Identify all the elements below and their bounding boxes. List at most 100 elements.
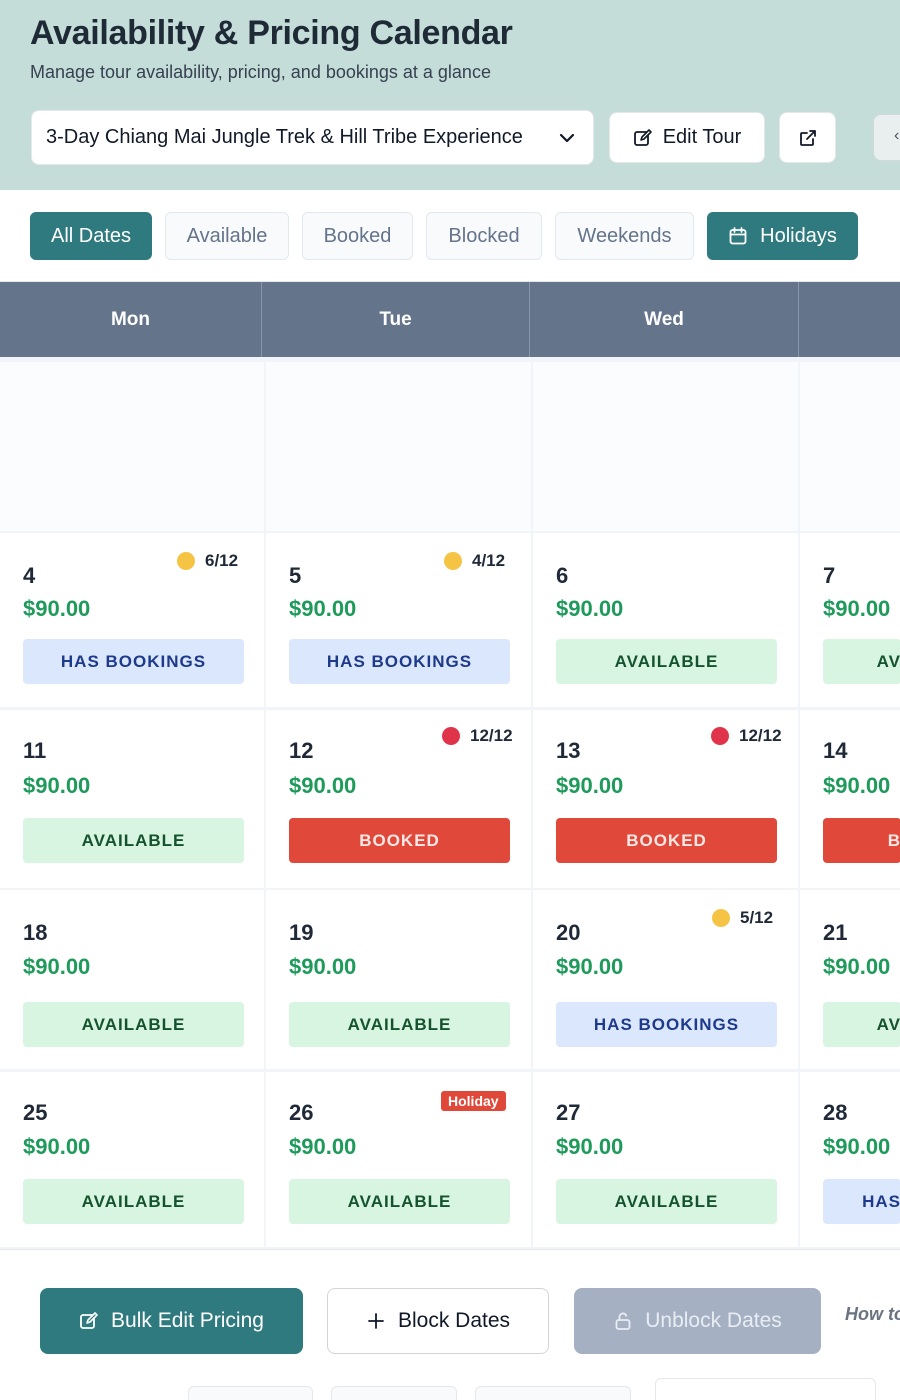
day-number: 20: [556, 920, 581, 945]
calendar-cell-empty: [266, 362, 531, 531]
day-number: 7: [823, 563, 836, 588]
unblock-dates-button[interactable]: Unblock Dates: [574, 1288, 821, 1354]
page-title: Availability & Pricing Calendar: [30, 14, 513, 52]
chevron-left-icon: ‹: [894, 127, 900, 144]
block-dates-button[interactable]: Block Dates: [327, 1288, 549, 1354]
calendar-day-cell[interactable]: Holiday 26 $90.00 AVAILABLE: [266, 1072, 531, 1247]
status-badge: AVAILABLE: [289, 1002, 510, 1047]
calendar-weekday-header: Mon Tue Wed: [0, 282, 900, 357]
day-price: $90.00: [556, 773, 624, 798]
status-badge: AVAILABLE: [289, 1179, 510, 1224]
plus-icon: [368, 1313, 384, 1329]
status-badge: HAS BOOKINGS: [289, 639, 510, 684]
day-price: $90.00: [289, 773, 357, 798]
page-subtitle: Manage tour availability, pricing, and b…: [30, 62, 491, 82]
pagination-button[interactable]: [188, 1386, 313, 1400]
calendar-day-cell[interactable]: 11 $90.00 AVAILABLE: [0, 710, 264, 888]
day-number: 25: [23, 1100, 48, 1125]
calendar-day-cell[interactable]: 4/12 5 $90.00 HAS BOOKINGS: [266, 533, 531, 707]
calendar-day-cell[interactable]: 18 $90.00 AVAILABLE: [0, 890, 264, 1069]
calendar-day-cell[interactable]: 5/12 20 $90.00 HAS BOOKINGS: [533, 890, 798, 1069]
filter-weekends[interactable]: Weekends: [555, 212, 694, 260]
day-number: 18: [23, 920, 48, 945]
calendar-grid: 6/12 4 $90.00 HAS BOOKINGS 4/12 5 $90.00…: [0, 357, 900, 1249]
status-dot-icon: [444, 552, 462, 570]
status-badge: BOOKED: [289, 818, 510, 863]
open-external-button[interactable]: [779, 112, 836, 163]
day-price: $90.00: [23, 1134, 91, 1159]
capacity-indicator: 4/12: [444, 551, 505, 571]
capacity-indicator: 5/12: [712, 908, 773, 928]
status-badge: AV: [823, 639, 900, 684]
edit-tour-button[interactable]: Edit Tour: [609, 112, 765, 163]
weekday-tue: Tue: [262, 282, 530, 357]
day-number: 13: [556, 738, 581, 763]
day-price: $90.00: [23, 954, 91, 979]
calendar-icon: [729, 227, 747, 245]
capacity-indicator: 12/12: [442, 726, 513, 746]
calendar-day-cell[interactable]: 19 $90.00 AVAILABLE: [266, 890, 531, 1069]
day-price: $90.00: [556, 596, 624, 621]
weekday-mon: Mon: [0, 282, 262, 357]
day-price: $90.00: [823, 954, 891, 979]
day-price: $90.00: [23, 596, 91, 621]
day-number: 4: [23, 563, 36, 588]
unlock-icon: [615, 1312, 631, 1330]
weekday-thu: [799, 282, 900, 357]
tour-select-value: 3-Day Chiang Mai Jungle Trek & Hill Trib…: [46, 126, 523, 148]
status-badge: BOOKED: [556, 818, 777, 863]
day-number: 28: [823, 1100, 848, 1125]
status-badge: AVAILABLE: [556, 1179, 777, 1224]
capacity-indicator: 12/12: [711, 726, 782, 746]
page-header: Availability & Pricing Calendar Manage t…: [0, 0, 900, 190]
day-price: $90.00: [823, 596, 891, 621]
filter-booked[interactable]: Booked: [302, 212, 413, 260]
filter-holidays[interactable]: Holidays: [707, 212, 858, 260]
calendar-day-cell[interactable]: 25 $90.00 AVAILABLE: [0, 1072, 264, 1247]
calendar-day-cell[interactable]: 12/12 13 $90.00 BOOKED: [533, 710, 798, 888]
tour-select[interactable]: 3-Day Chiang Mai Jungle Trek & Hill Trib…: [31, 110, 594, 165]
bulk-edit-pricing-button[interactable]: Bulk Edit Pricing: [40, 1288, 303, 1354]
day-price: $90.00: [289, 596, 357, 621]
calendar-day-cell[interactable]: 27 $90.00 AVAILABLE: [533, 1072, 798, 1247]
filter-all-dates[interactable]: All Dates: [30, 212, 152, 260]
filter-available[interactable]: Available: [165, 212, 289, 260]
day-price: $90.00: [823, 773, 891, 798]
status-badge: AV: [823, 1002, 900, 1047]
calendar-day-cell[interactable]: 21 $90.00 AV: [800, 890, 900, 1069]
calendar-day-cell[interactable]: 6/12 4 $90.00 HAS BOOKINGS: [0, 533, 264, 707]
status-dot-icon: [177, 552, 195, 570]
day-number: 27: [556, 1100, 581, 1125]
calendar-day-cell[interactable]: 6 $90.00 AVAILABLE: [533, 533, 798, 707]
status-badge: AVAILABLE: [23, 818, 244, 863]
status-dot-icon: [442, 727, 460, 745]
day-number: 12: [289, 738, 314, 763]
pagination-button[interactable]: [655, 1378, 876, 1400]
day-number: 5: [289, 563, 302, 588]
help-link[interactable]: How to: [845, 1304, 900, 1325]
day-price: $90.00: [289, 1134, 357, 1159]
status-badge: HAS BOOKINGS: [556, 1002, 777, 1047]
calendar-cell-empty: [0, 362, 264, 531]
status-dot-icon: [712, 909, 730, 927]
status-dot-icon: [711, 727, 729, 745]
filter-bar: All Dates Available Booked Blocked Weeke…: [0, 190, 900, 282]
pagination-button[interactable]: [475, 1386, 631, 1400]
status-badge: AVAILABLE: [23, 1179, 244, 1224]
calendar-day-cell[interactable]: 28 $90.00 HAS: [800, 1072, 900, 1247]
day-price: $90.00: [556, 954, 624, 979]
previous-button[interactable]: ‹: [873, 114, 900, 161]
external-link-icon: [799, 129, 816, 146]
pagination-button[interactable]: [331, 1386, 457, 1400]
status-badge: HAS: [823, 1179, 900, 1224]
filter-blocked[interactable]: Blocked: [426, 212, 542, 260]
calendar-day-cell[interactable]: 12/12 12 $90.00 BOOKED: [266, 710, 531, 888]
capacity-indicator: 6/12: [177, 551, 238, 571]
status-badge: AVAILABLE: [556, 639, 777, 684]
status-badge: B: [823, 818, 900, 863]
day-number: 26: [289, 1100, 314, 1125]
day-number: 6: [556, 563, 569, 588]
calendar-day-cell[interactable]: 14 $90.00 B: [800, 710, 900, 888]
calendar-day-cell[interactable]: 7 $90.00 AV: [800, 533, 900, 707]
day-number: 11: [23, 738, 47, 763]
